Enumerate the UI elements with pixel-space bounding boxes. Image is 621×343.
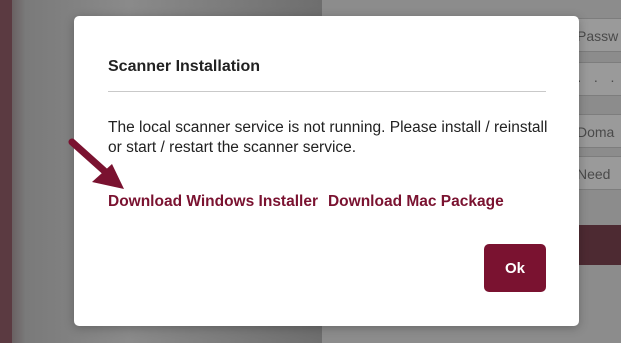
- dialog-title: Scanner Installation: [108, 58, 261, 75]
- scanner-installation-dialog: Scanner Installation The local scanner s…: [74, 16, 579, 326]
- dialog-divider: [108, 91, 546, 92]
- ok-button[interactable]: Ok: [484, 244, 546, 292]
- download-links: Download Windows Installer Download Mac P…: [108, 191, 528, 212]
- download-mac-package-link[interactable]: Download Mac Package: [328, 193, 504, 210]
- background-accent-strip: [0, 0, 12, 343]
- dialog-message: The local scanner service is not running…: [108, 119, 548, 156]
- download-windows-installer-link[interactable]: Download Windows Installer: [108, 193, 318, 210]
